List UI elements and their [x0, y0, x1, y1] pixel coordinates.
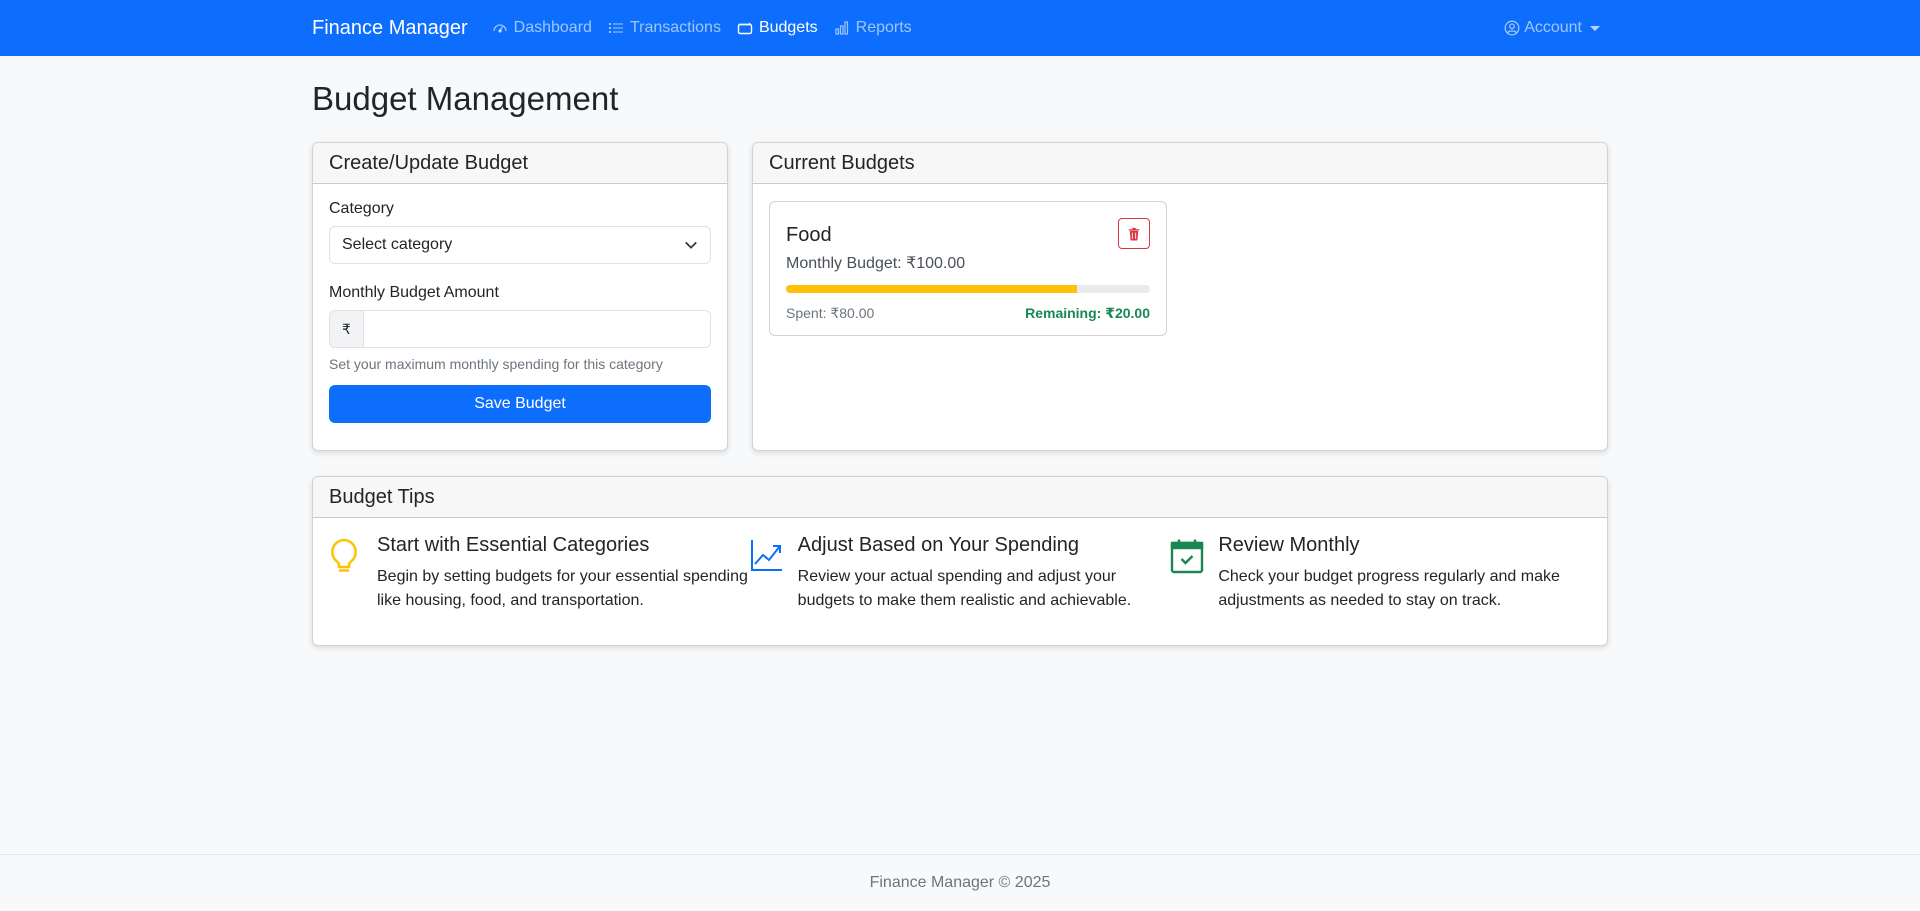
budget-spent: Spent: ₹80.00	[786, 305, 875, 321]
navbar-inner: Finance Manager Dashboard Transactions B…	[312, 0, 1608, 56]
amount-label: Monthly Budget Amount	[329, 284, 499, 301]
category-label: Category	[329, 200, 394, 217]
nav-label-budgets: Budgets	[758, 19, 818, 36]
budget-progress-bar	[786, 285, 1078, 293]
budget-item-food: Food Monthly Budget: ₹100.00 Spent: ₹80.…	[769, 201, 1167, 336]
tip-adjust-spending: Adjust Based on Your Spending Review you…	[750, 534, 1171, 613]
tip-icon-wrapper	[329, 534, 377, 613]
tips-row: Start with Essential Categories Begin by…	[313, 518, 1607, 629]
tip-text: Check your budget progress regularly and…	[1218, 568, 1560, 609]
tip-text: Begin by setting budgets for your essent…	[377, 568, 748, 609]
tip-content: Start with Essential Categories Begin by…	[377, 534, 750, 613]
person-circle-icon	[1504, 20, 1520, 36]
create-budget-card: Create/Update Budget Category Select cat…	[312, 142, 728, 451]
nav-link-reports[interactable]: Reports	[834, 19, 912, 37]
list-icon	[608, 23, 623, 33]
tip-essential-categories: Start with Essential Categories Begin by…	[329, 534, 750, 613]
graph-up-icon	[750, 540, 782, 571]
nav-link-budgets[interactable]: Budgets	[737, 19, 818, 37]
footer-text: Finance Manager © 2025	[869, 874, 1051, 891]
budget-progress	[786, 285, 1150, 293]
budget-name: Food	[786, 224, 832, 246]
speedometer-icon	[493, 24, 507, 33]
tip-icon-wrapper	[1170, 534, 1218, 613]
currency-prefix: ₹	[329, 310, 364, 348]
nav-label-transactions: Transactions	[629, 19, 721, 36]
category-select[interactable]: Select category	[329, 226, 711, 264]
budget-remaining: Remaining: ₹20.00	[1025, 305, 1150, 321]
tip-title: Review Monthly	[1218, 534, 1360, 556]
tip-title: Adjust Based on Your Spending	[797, 534, 1080, 556]
delete-budget-button[interactable]	[1118, 218, 1150, 249]
budget-stats: Spent: ₹80.00 Remaining: ₹20.00	[786, 305, 1150, 322]
save-budget-button[interactable]: Save Budget	[329, 385, 711, 423]
tip-text: Review your actual spending and adjust y…	[797, 568, 1132, 609]
chevron-down-icon	[685, 241, 697, 249]
amount-input-group: ₹	[329, 310, 711, 348]
navbar: Finance Manager Dashboard Transactions B…	[0, 0, 1920, 56]
amount-input[interactable]	[364, 310, 711, 348]
category-select-value: Select category	[342, 236, 453, 253]
tip-review-monthly: Review Monthly Check your budget progres…	[1170, 534, 1591, 613]
lightbulb-icon	[331, 538, 357, 572]
nav-link-transactions[interactable]: Transactions	[608, 19, 721, 37]
nav-label-reports: Reports	[855, 19, 912, 36]
budget-monthly-amount: Monthly Budget: ₹100.00	[786, 255, 966, 272]
wallet-icon	[737, 22, 753, 35]
current-budgets-header: Current Budgets	[753, 143, 1607, 184]
create-budget-header: Create/Update Budget	[313, 143, 727, 184]
tip-content: Adjust Based on Your Spending Review you…	[798, 534, 1171, 613]
tip-title: Start with Essential Categories	[377, 534, 650, 556]
amount-help-text: Set your maximum monthly spending for th…	[329, 356, 663, 372]
tip-icon-wrapper	[750, 534, 798, 613]
page-title: Budget Management	[312, 80, 619, 117]
trash-icon	[1128, 227, 1140, 240]
tip-content: Review Monthly Check your budget progres…	[1218, 534, 1591, 613]
budget-tips-header: Budget Tips	[313, 477, 1607, 518]
brand-link[interactable]: Finance Manager	[312, 17, 468, 40]
current-budgets-card: Current Budgets Food Monthly Budget: ₹10…	[752, 142, 1608, 451]
footer: Finance Manager © 2025	[0, 854, 1920, 911]
nav-link-dashboard[interactable]: Dashboard	[492, 19, 592, 37]
calendar-check-icon	[1171, 539, 1204, 574]
account-label: Account	[1524, 19, 1582, 36]
budget-tips-card: Budget Tips Start with Essential Categor…	[312, 476, 1608, 646]
account-dropdown[interactable]: Account	[1504, 19, 1600, 37]
chevron-down-icon	[1590, 25, 1600, 31]
nav-label-dashboard: Dashboard	[513, 19, 592, 36]
create-budget-form: Category Select category Monthly Budget …	[313, 184, 727, 439]
bar-chart-icon	[835, 21, 848, 35]
